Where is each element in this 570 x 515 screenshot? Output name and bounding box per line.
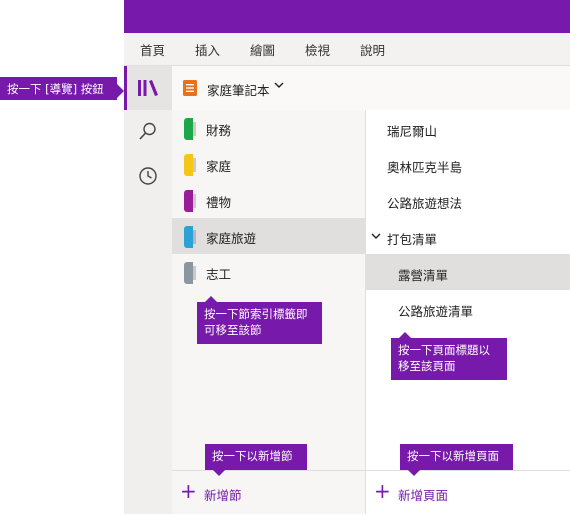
section-label: 禮物 — [206, 195, 232, 210]
page-label: 奧林匹克半島 — [387, 160, 463, 175]
section-item-selected[interactable]: 家庭旅遊 — [172, 218, 365, 254]
page-item[interactable]: 奧林匹克半島 — [366, 146, 570, 182]
notebooks-icon — [138, 80, 158, 96]
section-tab-icon — [184, 262, 196, 284]
tab-insert[interactable]: 插入 — [195, 40, 220, 59]
ribbon-tabs: 首頁 插入 繪圖 檢視 說明 — [124, 33, 570, 66]
tab-home[interactable]: 首頁 — [140, 40, 165, 59]
page-item[interactable]: 公路旅遊清單 — [366, 290, 570, 326]
section-item[interactable]: 家庭 — [172, 146, 365, 182]
section-item[interactable]: 志工 — [172, 254, 365, 290]
chevron-down-icon[interactable] — [371, 231, 381, 241]
section-item[interactable]: 禮物 — [172, 182, 365, 218]
callout-text: 按一下以新增頁面 — [407, 449, 499, 463]
add-page-button[interactable]: + 新增頁面 — [366, 470, 570, 515]
navigation-button[interactable] — [124, 66, 172, 110]
page-item[interactable]: 打包清單 — [366, 218, 570, 254]
page-label: 瑞尼爾山 — [387, 124, 438, 139]
callout-text: 按一下 [導覽] 按鈕 — [7, 82, 104, 96]
callout-add-page: 按一下以新增頁面 — [400, 444, 513, 476]
callout-add-section: 按一下以新增節 — [205, 444, 307, 476]
add-section-button[interactable]: + 新增節 — [172, 470, 365, 515]
callout-section-tab: 按一下節索引標籤即 可移至該節 — [197, 296, 322, 344]
page-item[interactable]: 瑞尼爾山 — [366, 110, 570, 146]
section-label: 志工 — [206, 267, 232, 282]
section-label: 財務 — [206, 123, 232, 138]
add-page-label: 新增頁面 — [398, 488, 449, 503]
recent-icon[interactable] — [138, 166, 158, 186]
tab-view[interactable]: 檢視 — [305, 40, 330, 59]
callout-text: 按一下以新增節 — [212, 449, 293, 463]
page-label: 露營清單 — [398, 268, 449, 283]
notebook-name: 家庭筆記本 — [207, 83, 270, 98]
plus-icon: + — [180, 479, 197, 503]
notebook-selector[interactable]: 家庭筆記本 — [172, 66, 570, 111]
title-bar — [124, 0, 570, 33]
plus-icon: + — [374, 479, 391, 503]
callout-text: 按一下頁面標題以 — [398, 343, 490, 357]
tab-help[interactable]: 說明 — [360, 40, 385, 59]
callout-text: 按一下節索引標籤即 — [204, 307, 308, 321]
page-label: 公路旅遊想法 — [387, 196, 463, 211]
section-tab-icon — [184, 118, 196, 140]
section-tab-icon — [184, 190, 196, 212]
section-tab-icon — [184, 154, 196, 176]
section-item[interactable]: 財務 — [172, 110, 365, 146]
page-item-selected[interactable]: 露營清單 — [366, 254, 570, 290]
notebook-icon — [183, 80, 197, 96]
section-label: 家庭 — [206, 159, 232, 174]
section-label: 家庭旅遊 — [206, 231, 257, 246]
callout-page-title: 按一下頁面標題以 移至該頁面 — [391, 332, 507, 380]
tab-draw[interactable]: 繪圖 — [250, 40, 275, 59]
add-section-label: 新增節 — [204, 488, 242, 503]
callout-navigation: 按一下 [導覽] 按鈕 — [0, 77, 124, 100]
search-icon[interactable] — [138, 121, 158, 141]
callout-text: 移至該頁面 — [398, 359, 456, 373]
callout-text: 可移至該節 — [204, 323, 262, 337]
page-label: 公路旅遊清單 — [398, 304, 474, 319]
chevron-down-icon — [274, 82, 284, 88]
page-item[interactable]: 公路旅遊想法 — [366, 182, 570, 218]
page-label: 打包清單 — [387, 232, 438, 247]
section-tab-icon — [184, 226, 196, 248]
